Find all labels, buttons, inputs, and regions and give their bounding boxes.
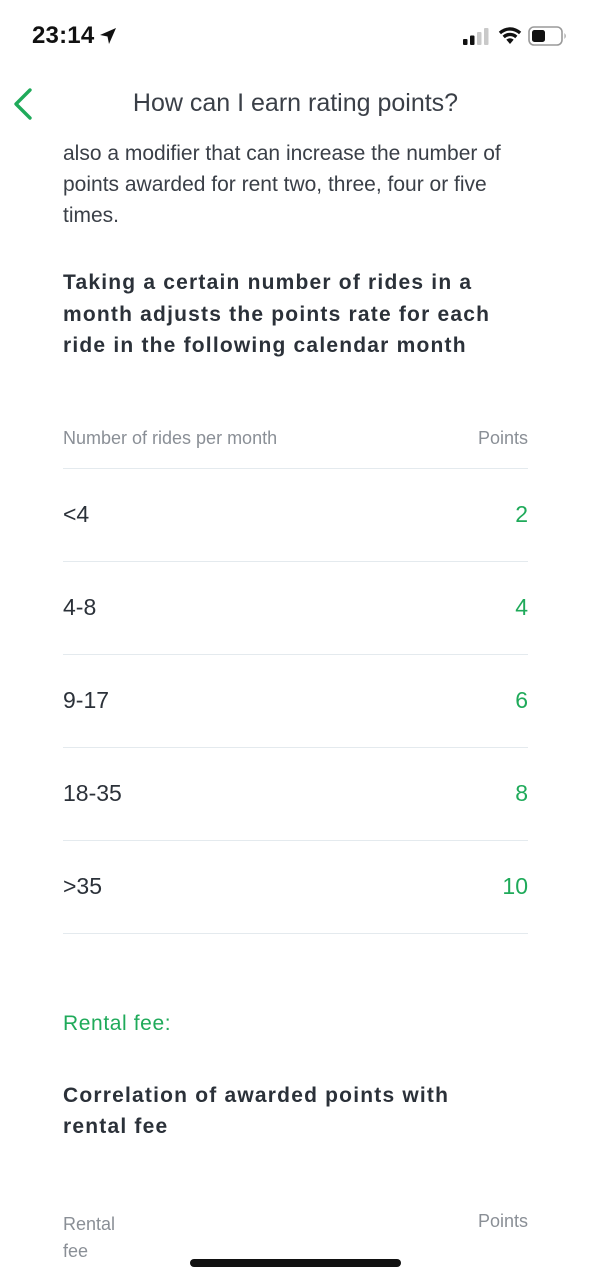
table-row: 4-8 4	[63, 562, 528, 655]
rental-fee-label: Rental fee:	[63, 1011, 172, 1035]
status-time: 23:14	[32, 22, 95, 49]
battery-icon	[528, 26, 566, 46]
rides-value: 4-8	[63, 594, 97, 620]
page-title: How can I earn rating points?	[132, 89, 459, 117]
table-row: >35 10	[63, 841, 528, 934]
rides-value: 9-17	[63, 687, 110, 713]
status-bar: 23:14	[0, 0, 591, 72]
wifi-icon	[498, 27, 522, 44]
column-header-points: Points	[477, 1210, 528, 1231]
column-header-rides: Number of rides per month	[63, 427, 278, 448]
column-header-rental-fee: Rental fee	[63, 1213, 116, 1261]
rides-value: 18-35	[63, 780, 122, 806]
points-value: 2	[515, 501, 528, 527]
rental-table-header: Rental fee Points	[63, 1211, 528, 1265]
rental-section-heading: Correlation of awarded points with renta…	[63, 1083, 450, 1139]
rides-points-table: Number of rides per month Points <4 2 4-…	[63, 428, 528, 934]
nav-header: How can I earn rating points?	[0, 72, 591, 136]
cellular-signal-icon	[463, 28, 489, 45]
table-header: Number of rides per month Points	[63, 428, 528, 469]
points-value: 6	[515, 687, 528, 713]
rides-value: <4	[63, 501, 90, 527]
rides-value: >35	[63, 873, 103, 899]
points-value: 8	[515, 780, 528, 806]
table-row: <4 2	[63, 469, 528, 562]
home-indicator[interactable]	[190, 1259, 401, 1267]
intro-paragraph: also a modifier that can increase the nu…	[63, 142, 501, 227]
column-header-points: Points	[477, 427, 528, 448]
points-value: 4	[515, 594, 528, 620]
points-value: 10	[502, 873, 528, 899]
article-content: also a modifier that can increase the nu…	[63, 136, 528, 1265]
location-arrow-icon	[100, 28, 116, 44]
table-row: 18-35 8	[63, 748, 528, 841]
table-row: 9-17 6	[63, 655, 528, 748]
rides-section-heading: Taking a certain number of rides in a mo…	[63, 271, 491, 357]
